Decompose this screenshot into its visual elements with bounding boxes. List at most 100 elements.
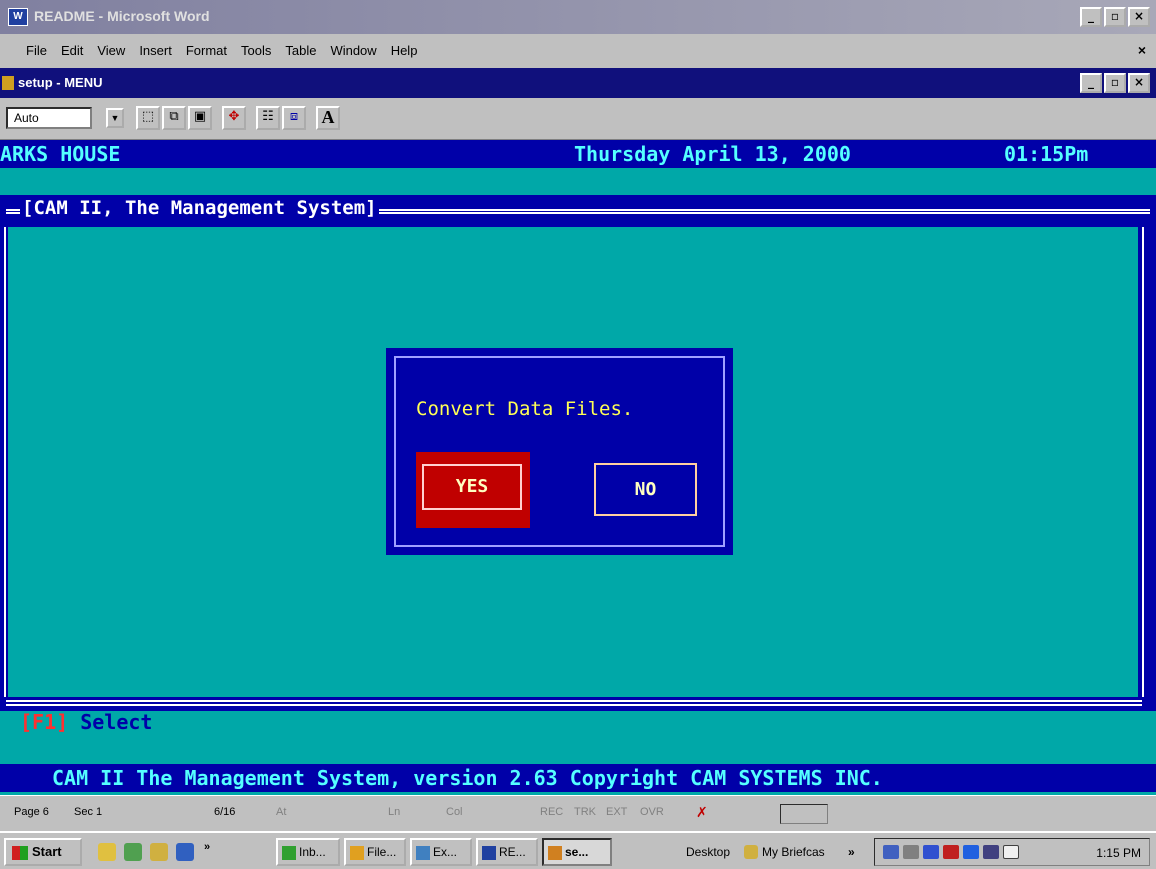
status-ovr[interactable]: OVR — [640, 806, 664, 818]
channel-icon[interactable] — [150, 843, 168, 861]
font-size-select[interactable]: Auto — [6, 107, 92, 129]
dos-console[interactable]: ARKS HOUSE Thursday April 13, 2000 01:15… — [0, 140, 1156, 795]
menu-insert[interactable]: Insert — [139, 43, 172, 58]
ie-icon[interactable] — [176, 843, 194, 861]
menu-view[interactable]: View — [97, 43, 125, 58]
yes-button[interactable]: YES — [416, 452, 530, 528]
status-ln: Ln — [388, 806, 401, 818]
task-explorer[interactable]: Ex... — [410, 838, 472, 866]
outlook-icon[interactable] — [124, 843, 142, 861]
menu-window[interactable]: Window — [330, 43, 376, 58]
folder-icon — [350, 845, 364, 860]
status-at: At — [276, 806, 287, 818]
word-menu-bar: File Edit View Insert Format Tools Table… — [0, 34, 1156, 68]
paste-icon[interactable]: ▣ — [188, 106, 212, 130]
status-page: Page 6 — [14, 806, 49, 818]
menu-tools[interactable]: Tools — [241, 43, 271, 58]
volume-icon[interactable] — [903, 845, 919, 859]
taskbar-clock[interactable]: 1:15 PM — [1096, 846, 1141, 860]
task-setup[interactable]: se... — [542, 838, 612, 866]
mark-icon[interactable]: ⬚ — [136, 106, 160, 130]
status-trk[interactable]: TRK — [574, 806, 596, 818]
status-pages: 6/16 — [214, 806, 236, 818]
start-button[interactable]: Start — [4, 838, 82, 866]
display-icon[interactable] — [983, 845, 999, 859]
minimize-button[interactable]: _ — [1080, 7, 1102, 27]
windows-logo-icon — [12, 845, 28, 860]
word-icon — [482, 845, 496, 860]
desktop-toolbar[interactable]: Desktop — [686, 845, 730, 859]
system-tray: 1:15 PM — [874, 838, 1150, 866]
menu-file[interactable]: File — [26, 43, 47, 58]
menu-table[interactable]: Table — [285, 43, 316, 58]
frame-bottom-border — [0, 697, 1156, 711]
task-label: File... — [367, 845, 397, 859]
windows-taskbar: Start » Inb... File... Ex... RE... se...… — [0, 831, 1156, 869]
f1-key: [F1] — [20, 710, 69, 734]
explorer-icon — [416, 845, 430, 860]
briefcase-icon — [744, 845, 758, 859]
word-window-title: README - Microsoft Word — [34, 8, 210, 24]
header-date: Thursday April 13, 2000 — [574, 142, 851, 166]
task-label: se... — [565, 845, 589, 859]
setup-title-bar[interactable]: setup - MENU _ ▫ × — [0, 68, 1156, 98]
word-title-bar[interactable]: W README - Microsoft Word _ ▫ × — [0, 0, 1156, 34]
maximize-button[interactable]: ▫ — [1104, 7, 1126, 27]
toolbar-more[interactable]: » — [848, 845, 855, 859]
task-label: RE... — [499, 845, 526, 859]
menu-help[interactable]: Help — [391, 43, 418, 58]
dialog-message: Convert Data Files. — [416, 398, 634, 420]
chevron-down-icon[interactable]: ▼ — [106, 108, 124, 128]
mail-icon[interactable] — [1003, 845, 1019, 859]
background-icon[interactable]: ⧈ — [282, 106, 306, 130]
setup-icon — [548, 845, 562, 860]
spelling-icon[interactable]: ✗ — [696, 804, 708, 821]
close-button[interactable]: × — [1128, 7, 1150, 27]
task-inbox[interactable]: Inb... — [276, 838, 340, 866]
menu-format[interactable]: Format — [186, 43, 227, 58]
task-label: Inb... — [299, 845, 326, 859]
briefcase-toolbar[interactable]: My Briefcas — [762, 845, 825, 859]
copyright-footer: CAM II The Management System, version 2.… — [0, 764, 1156, 792]
setup-app-icon — [2, 76, 14, 90]
company-name: ARKS HOUSE — [0, 142, 121, 166]
task-label: Ex... — [433, 845, 458, 859]
status-col: Col — [446, 806, 463, 818]
yes-button-label[interactable]: YES — [422, 464, 522, 510]
setup-close-button[interactable]: × — [1128, 73, 1150, 93]
frame-title: [CAM II, The Management System] — [20, 197, 379, 219]
show-desktop-icon[interactable] — [98, 843, 116, 861]
header-time: 01:15Pm — [1004, 142, 1089, 166]
status-empty-box — [780, 804, 828, 824]
setup-minimize-button[interactable]: _ — [1080, 73, 1102, 93]
console-header: ARKS HOUSE Thursday April 13, 2000 01:15… — [0, 140, 1156, 168]
word-app-icon[interactable]: W — [8, 8, 28, 26]
document-close-button[interactable]: × — [1138, 42, 1146, 58]
security-icon[interactable] — [943, 845, 959, 859]
word-status-bar: Page 6 Sec 1 6/16 At Ln Col REC TRK EXT … — [0, 795, 1156, 831]
status-ext[interactable]: EXT — [606, 806, 627, 818]
f1-hint: [F1] Select — [20, 710, 152, 734]
font-button[interactable]: A — [316, 106, 340, 130]
fullscreen-icon[interactable]: ✥ — [222, 106, 246, 130]
antivirus-icon[interactable] — [923, 845, 939, 859]
no-button[interactable]: NO — [594, 463, 697, 516]
frame-top-border: [CAM II, The Management System] — [0, 195, 1156, 227]
copy-icon[interactable]: ⧉ — [162, 106, 186, 130]
menu-edit[interactable]: Edit — [61, 43, 83, 58]
status-rec[interactable]: REC — [540, 806, 563, 818]
quicklaunch-more[interactable]: » — [204, 841, 210, 853]
inbox-icon — [282, 845, 296, 860]
convert-dialog: Convert Data Files. YES NO — [386, 348, 733, 555]
network-icon[interactable] — [883, 845, 899, 859]
start-label: Start — [32, 844, 62, 859]
setup-window-title: setup - MENU — [18, 75, 103, 90]
task-file[interactable]: File... — [344, 838, 406, 866]
setup-maximize-button[interactable]: ▫ — [1104, 73, 1126, 93]
f1-label: Select — [68, 710, 153, 734]
messenger-icon[interactable] — [963, 845, 979, 859]
status-section: Sec 1 — [74, 806, 103, 818]
console-toolbar: Auto ▼ ⬚ ⧉ ▣ ✥ ☷ ⧈ A — [0, 98, 1156, 140]
task-readme[interactable]: RE... — [476, 838, 538, 866]
properties-icon[interactable]: ☷ — [256, 106, 280, 130]
